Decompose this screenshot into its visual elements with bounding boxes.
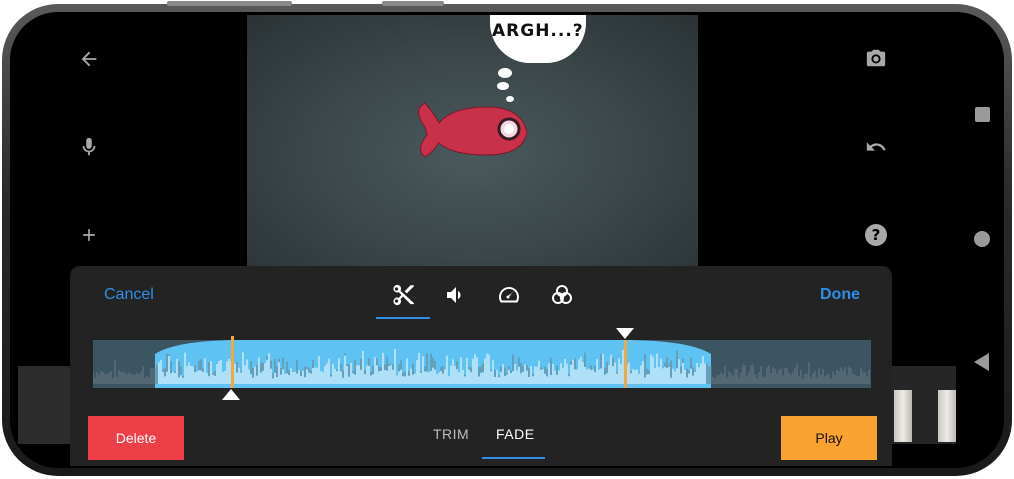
volume-button [167,1,292,6]
svg-text:?: ? [872,226,881,244]
cancel-button[interactable]: Cancel [104,286,154,304]
waveform-graphic [93,340,870,388]
thought-dot [498,68,512,78]
fade-in-marker[interactable] [231,336,234,388]
speedometer-icon[interactable] [489,279,529,311]
back-arrow-icon[interactable] [74,44,104,74]
video-preview[interactable] [247,15,698,267]
volume-icon[interactable] [436,279,476,311]
power-button [382,1,444,6]
tool-active-indicator [376,317,430,319]
tab-trim[interactable]: TRIM [433,426,469,442]
home-nav-button[interactable] [974,231,990,247]
plus-icon[interactable] [74,220,104,250]
fish-illustration [418,102,528,158]
audio-waveform[interactable] [93,340,871,388]
back-nav-button[interactable] [974,353,989,371]
clip-thumbnail[interactable] [938,390,956,442]
clip-strip-left [18,366,70,444]
play-button[interactable]: Play [781,416,877,460]
fade-in-handle[interactable] [222,389,240,400]
delete-button[interactable]: Delete [88,416,184,460]
scissors-icon[interactable] [383,279,423,311]
help-icon[interactable]: ? [861,220,891,250]
thought-dot [497,82,509,90]
microphone-icon[interactable] [74,132,104,162]
clip-thumbnail[interactable] [894,390,912,442]
recents-nav-button[interactable] [975,107,990,122]
tab-fade[interactable]: FADE [496,426,535,442]
bubble-text: ARGH...? [492,21,584,41]
fade-out-handle[interactable] [616,328,634,339]
undo-icon[interactable] [861,132,891,162]
camera-icon[interactable] [861,43,891,73]
fade-out-marker[interactable] [624,340,627,388]
done-button[interactable]: Done [820,286,860,304]
tab-active-indicator [482,457,545,459]
thought-dot [506,96,514,102]
color-filter-icon[interactable] [542,279,582,311]
